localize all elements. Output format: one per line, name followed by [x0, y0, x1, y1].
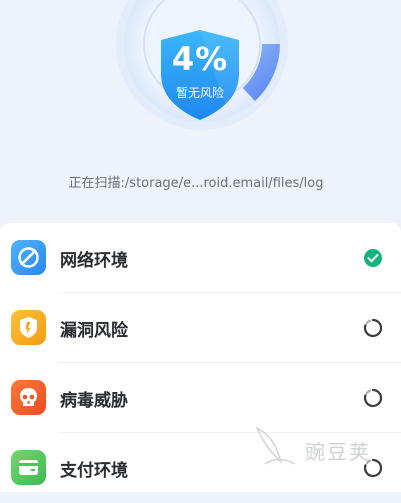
check-label: 网络环境 — [60, 251, 128, 271]
risk-status: 暂无风险 — [175, 86, 224, 100]
virus-icon — [11, 380, 46, 415]
check-item-network[interactable]: 网络环境 — [0, 223, 401, 293]
check-label: 支付环境 — [60, 461, 128, 481]
payment-icon — [11, 450, 46, 485]
scan-percent: 4% — [171, 40, 229, 78]
check-label: 病毒威胁 — [60, 391, 128, 411]
loading-spinner-icon — [363, 388, 383, 408]
scan-path-text: 正在扫描:/storage/e...roid.email/files/log — [68, 176, 324, 191]
network-icon — [11, 240, 46, 275]
check-item-vulnerability[interactable]: 漏洞风险 — [0, 293, 401, 363]
check-item-virus[interactable]: 病毒威胁 — [0, 363, 401, 433]
check-done-icon — [364, 249, 382, 267]
check-label: 漏洞风险 — [60, 321, 128, 341]
loading-spinner-icon — [363, 318, 383, 338]
watermark-text: 豌豆荚 — [305, 440, 371, 464]
vulnerability-icon — [11, 310, 46, 345]
